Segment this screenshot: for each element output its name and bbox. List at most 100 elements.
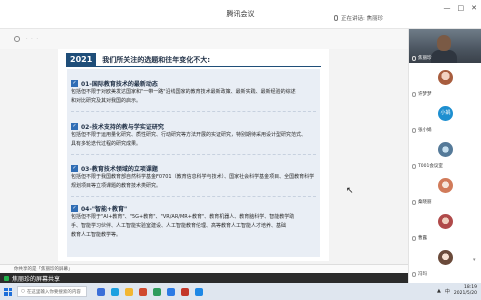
screen-share-banner[interactable]: 焦丽珍的屏幕共享 bbox=[0, 273, 408, 283]
search-placeholder: 在这里输入你要搜索的内容 bbox=[26, 289, 81, 295]
topic-text-line: 规划项目等立项课题的教育技术类研究。 bbox=[71, 183, 162, 189]
annotation-toolbar: · · · bbox=[0, 29, 408, 49]
annotate-icon[interactable] bbox=[14, 36, 20, 42]
topic-text-line: 教育人工智能教学等。 bbox=[71, 232, 122, 238]
system-tray: ▲ 中 18:19 2021/5/20 bbox=[437, 285, 477, 297]
avatar bbox=[438, 70, 453, 85]
mic-icon bbox=[412, 163, 416, 169]
shared-slide: 2021 我们所关注的选题和往年变化不大: ✓ 01-国际教育技术的最新动态 包… bbox=[58, 49, 329, 261]
title-bar: 腾讯会议 正在讲话: 焦丽珍 — □ ✕ bbox=[0, 0, 481, 29]
video-person-head bbox=[437, 35, 451, 51]
video-person bbox=[431, 50, 457, 63]
topic-title-row: ✓ 04-"智能+教育" bbox=[67, 204, 320, 213]
check-icon: ✓ bbox=[71, 123, 78, 130]
mic-icon bbox=[412, 199, 416, 205]
topic-section: ✓ 03-教育技术领域的立项课题 包括但不限于我国教育部自然科学基金F0701（… bbox=[67, 164, 320, 191]
participant-tile[interactable]: 冯玛 bbox=[409, 245, 481, 279]
participant-tile[interactable]: T001会议室 bbox=[409, 137, 481, 171]
topic-text-line: 包括但不限于对欧美发达国家和"一带一路"沿线国家的教育技术最新政策、最新实践、最… bbox=[71, 89, 296, 95]
meeting-icon[interactable] bbox=[195, 287, 203, 296]
file-explorer-icon[interactable] bbox=[125, 287, 133, 296]
year-badge: 2021 bbox=[66, 53, 97, 67]
section-divider bbox=[71, 196, 316, 197]
avatar bbox=[438, 142, 453, 157]
topic-section: ✓ 04-"智能+教育" 包括但不限于"AI+教育"、"5G+教育"、"VR/A… bbox=[67, 204, 320, 240]
browser-icon[interactable] bbox=[111, 287, 119, 296]
clock-date: 2021/5/20 bbox=[453, 291, 477, 296]
window-title: 腾讯会议 bbox=[226, 10, 255, 18]
avatar bbox=[438, 178, 453, 193]
participant-name: T001会议室 bbox=[418, 164, 443, 169]
participant-name: 桑晓丽 bbox=[418, 200, 432, 205]
app-icon[interactable] bbox=[139, 287, 147, 296]
topic-section: ✓ 02-技术支持的教与学实证研究 包括但不限于运用量化研究、质性研究、行动研究… bbox=[67, 122, 320, 149]
participant-panel: 焦丽珍 许梦梦 小娟 张小娟 T001会议室 桑晓丽 曹露 冯玛 ▾ bbox=[408, 29, 481, 283]
mic-icon bbox=[334, 15, 338, 21]
participant-tile[interactable]: 曹露 bbox=[409, 209, 481, 243]
mic-icon bbox=[412, 271, 416, 277]
screen-share-icon bbox=[4, 275, 9, 281]
mic-icon bbox=[412, 91, 416, 97]
input-language[interactable]: 中 bbox=[445, 288, 450, 295]
share-status-strip: 你共享的是「焦丽珍的屏幕」 bbox=[0, 264, 408, 273]
maximize-button[interactable]: □ bbox=[458, 4, 465, 12]
windows-start-icon[interactable] bbox=[4, 287, 12, 296]
speaking-label: 正在讲话: 焦丽珍 bbox=[341, 16, 384, 22]
app-icon[interactable] bbox=[153, 287, 161, 296]
taskbar: ○ 在这里输入你要搜索的内容 ▲ 中 18:19 2021/5/20 bbox=[0, 283, 481, 300]
share-status-text: 你共享的是「焦丽珍的屏幕」 bbox=[14, 267, 73, 272]
minimize-button[interactable]: — bbox=[444, 4, 451, 12]
avatar bbox=[438, 214, 453, 229]
topic-title-row: ✓ 03-教育技术领域的立项课题 bbox=[67, 164, 320, 173]
mic-icon bbox=[412, 235, 416, 241]
slide-header: 2021 我们所关注的选题和往年变化不大: bbox=[66, 53, 321, 67]
close-button[interactable]: ✕ bbox=[471, 4, 477, 12]
speaking-indicator: 正在讲话: 焦丽珍 bbox=[334, 14, 383, 22]
clock[interactable]: 18:19 2021/5/20 bbox=[454, 285, 477, 297]
participant-name: 焦丽珍 bbox=[418, 56, 432, 61]
participant-tile[interactable]: 焦丽珍 bbox=[409, 29, 481, 63]
scroll-down-icon[interactable]: ▾ bbox=[473, 257, 479, 263]
taskbar-apps bbox=[97, 287, 203, 296]
network-icon[interactable]: ▲ bbox=[437, 288, 441, 294]
topic-text-line: 具有多轮迭代过程的研究成果。 bbox=[71, 141, 142, 147]
topic-text-line: 和对比研究及其对我国的启示。 bbox=[71, 98, 142, 104]
window-controls: — □ ✕ bbox=[444, 4, 478, 12]
avatar: 小娟 bbox=[438, 106, 453, 121]
topic-text-line: 包括但不限于运用量化研究、质性研究、行动研究等方法开展的实证研究，特别期待采用设… bbox=[71, 132, 307, 138]
taskbar-search-input[interactable]: ○ 在这里输入你要搜索的内容 bbox=[17, 286, 87, 297]
participant-name: 曹露 bbox=[418, 236, 427, 241]
word-icon[interactable] bbox=[167, 287, 175, 296]
topic-title: 02-技术支持的教与学实证研究 bbox=[81, 124, 164, 131]
topic-section: ✓ 01-国际教育技术的最新动态 包括但不限于对欧美发达国家和"一带一路"沿线国… bbox=[67, 79, 320, 106]
avatar bbox=[438, 250, 453, 265]
powerpoint-icon[interactable] bbox=[181, 287, 189, 296]
topic-title: 01-国际教育技术的最新动态 bbox=[81, 81, 158, 88]
participant-tile[interactable]: 桑晓丽 bbox=[409, 173, 481, 207]
topic-title-row: ✓ 01-国际教育技术的最新动态 bbox=[67, 79, 320, 88]
task-view-icon[interactable] bbox=[97, 287, 105, 296]
slide-title: 我们所关注的选题和往年变化不大: bbox=[96, 53, 321, 67]
participant-name: 张小娟 bbox=[418, 128, 432, 133]
topic-title: 04-"智能+教育" bbox=[81, 206, 128, 213]
section-divider bbox=[71, 111, 316, 112]
mic-icon bbox=[412, 55, 416, 61]
participant-tile[interactable]: 小娟 张小娟 bbox=[409, 101, 481, 135]
mic-icon bbox=[412, 127, 416, 133]
toolbar-dots-icon: · · · bbox=[26, 36, 39, 42]
screen-share-label: 焦丽珍的屏幕共享 bbox=[12, 275, 61, 283]
participant-name: 冯玛 bbox=[418, 272, 427, 277]
topic-title: 03-教育技术领域的立项课题 bbox=[81, 166, 158, 173]
topic-title-row: ✓ 02-技术支持的教与学实证研究 bbox=[67, 122, 320, 131]
search-icon: ○ bbox=[21, 289, 25, 294]
participant-tile[interactable]: 许梦梦 bbox=[409, 65, 481, 99]
check-icon: ✓ bbox=[71, 80, 78, 87]
mouse-cursor-icon: ↖ bbox=[346, 186, 354, 196]
check-icon: ✓ bbox=[71, 205, 78, 212]
participant-name: 许梦梦 bbox=[418, 92, 432, 97]
section-divider bbox=[71, 154, 316, 155]
topic-text-line: 包括但不限于我国教育部自然科学基金F0701（教育信息科学与技术）、国家社会科学… bbox=[71, 174, 315, 180]
slide-body: ✓ 01-国际教育技术的最新动态 包括但不限于对欧美发达国家和"一带一路"沿线国… bbox=[67, 69, 320, 257]
topic-text-line: 手、智能学习伙伴、人工智能实验室建设、人工智能教育伦理、高等教育人工智能人才培养… bbox=[71, 223, 287, 229]
check-icon: ✓ bbox=[71, 165, 78, 172]
